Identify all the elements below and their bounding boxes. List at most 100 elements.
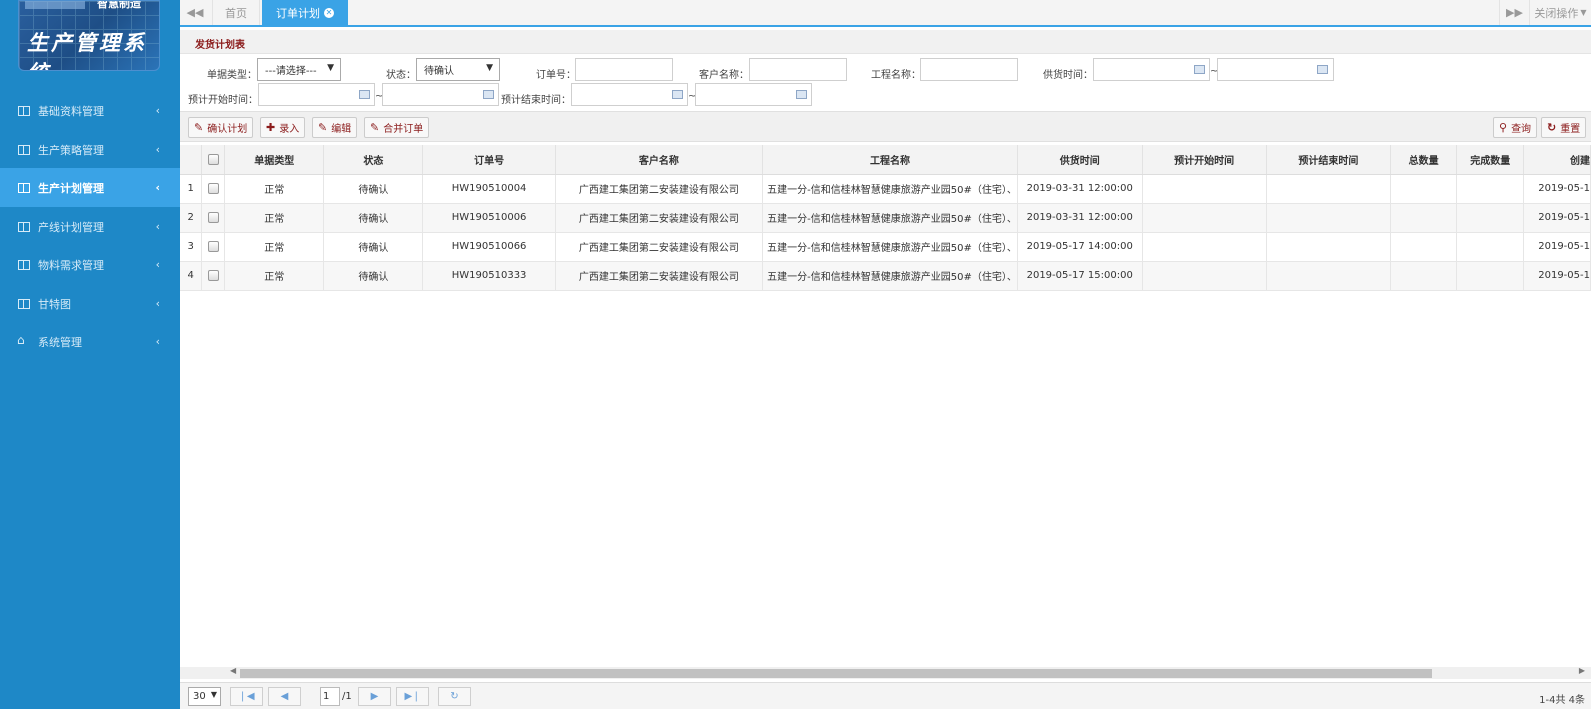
header-order-no[interactable]: 订单号 — [422, 145, 556, 175]
query-button[interactable]: ⚲ 查询 — [1493, 117, 1538, 138]
cell-supply-time: 2019-05-17 14:00:00 — [1017, 232, 1143, 262]
cell-customer: 广西建工集团第二安装建设有限公司 — [555, 261, 764, 291]
cell-project: 五建一分-信和信桂林智慧健康旅游产业园50#（住宅）、 — [762, 174, 1018, 204]
project-input[interactable] — [920, 58, 1018, 81]
sidebar-item-production-plan[interactable]: 生产计划管理 ‹ — [0, 168, 180, 207]
prev-page-button[interactable]: ◀ — [268, 687, 301, 706]
header-total[interactable]: 总数量 — [1390, 145, 1458, 175]
sidebar-item-basic-data[interactable]: 基础资料管理 ‹ — [0, 91, 180, 130]
columns-icon — [18, 105, 30, 116]
customer-input[interactable] — [749, 58, 847, 81]
cell-customer: 广西建工集团第二安装建设有限公司 — [555, 203, 764, 233]
sidebar-item-material[interactable]: 物料需求管理 ‹ — [0, 245, 180, 284]
add-button[interactable]: ✚ 录入 — [260, 117, 306, 138]
header-supply-time[interactable]: 供货时间 — [1017, 145, 1143, 175]
refresh-button[interactable]: ↻ — [438, 687, 471, 706]
close-operations-menu[interactable]: 关闭操作 ▼ — [1529, 0, 1591, 25]
cell-plan-start — [1142, 203, 1267, 233]
caret-down-icon: ▼ — [210, 690, 217, 699]
chevron-left-icon: ‹ — [155, 181, 160, 194]
query-label: 查询 — [1511, 124, 1532, 135]
header-created[interactable]: 创建 — [1523, 145, 1591, 175]
cell-plan-end — [1266, 174, 1391, 204]
add-label: 录入 — [279, 124, 300, 135]
doc-type-label: 单据类型： — [207, 70, 257, 81]
scrollbar-thumb[interactable] — [240, 669, 1432, 678]
plan-start-label: 预计开始时间： — [188, 95, 258, 106]
row-number: 4 — [180, 261, 203, 291]
supply-time-start-input[interactable] — [1093, 58, 1210, 81]
next-page-button[interactable]: ▶ — [358, 687, 391, 706]
sidebar-item-gantt[interactable]: 甘特图 ‹ — [0, 284, 180, 323]
page-number-input[interactable]: 1 — [320, 687, 340, 706]
row-checkbox[interactable] — [207, 269, 219, 281]
cell-order-no: HW190510333 — [422, 261, 556, 291]
header-project[interactable]: 工程名称 — [762, 145, 1018, 175]
table-row[interactable]: 4 正常 待确认 HW190510333 广西建工集团第二安装建设有限公司 五建… — [180, 261, 1591, 291]
row-checkbox[interactable] — [207, 211, 219, 223]
cell-plan-end — [1266, 203, 1391, 233]
calendar-icon[interactable] — [672, 90, 683, 99]
page-size-select[interactable]: 30 ▼ — [188, 687, 221, 706]
reset-button[interactable]: ↻ 重置 — [1541, 117, 1587, 138]
cell-doc-type: 正常 — [224, 261, 325, 291]
cell-total — [1390, 203, 1458, 233]
calendar-icon[interactable] — [796, 90, 807, 99]
logo: 智慧制造 生产管理系统 — [18, 0, 160, 71]
plan-start-from-input[interactable] — [258, 83, 375, 106]
tab-scroll-back-button[interactable]: ◀◀ — [180, 0, 210, 25]
reset-label: 重置 — [1560, 124, 1581, 135]
sidebar-item-system[interactable]: 系统管理 ‹ — [0, 322, 180, 361]
header-customer[interactable]: 客户名称 — [555, 145, 764, 175]
cell-doc-type: 正常 — [224, 203, 325, 233]
row-checkbox[interactable] — [207, 240, 219, 252]
merge-orders-button[interactable]: ✎ 合并订单 — [364, 117, 430, 138]
select-all-checkbox[interactable] — [207, 153, 219, 165]
header-doc-type[interactable]: 单据类型 — [224, 145, 325, 175]
chevron-left-icon: ‹ — [155, 220, 160, 233]
chevron-left-icon: ‹ — [155, 143, 160, 156]
scroll-left-icon[interactable]: ◀ — [230, 666, 236, 675]
horizontal-scrollbar[interactable]: ◀ ▶ — [180, 666, 1591, 679]
calendar-icon[interactable] — [483, 90, 494, 99]
confirm-plan-button[interactable]: ✎ 确认计划 — [188, 117, 254, 138]
plan-end-label: 预计结束时间： — [501, 95, 571, 106]
row-number: 1 — [180, 174, 203, 204]
row-checkbox[interactable] — [207, 182, 219, 194]
caret-down-icon: ▼ — [1580, 8, 1587, 17]
table-row[interactable]: 2 正常 待确认 HW190510006 广西建工集团第二安装建设有限公司 五建… — [180, 203, 1591, 233]
header-status[interactable]: 状态 — [323, 145, 424, 175]
edit-button[interactable]: ✎ 编辑 — [312, 117, 358, 138]
sidebar-item-line-plan[interactable]: 产线计划管理 ‹ — [0, 207, 180, 246]
sidebar-item-strategy[interactable]: 生产策略管理 ‹ — [0, 130, 180, 169]
refresh-icon: ↻ — [1547, 121, 1557, 134]
order-no-label: 订单号： — [536, 70, 576, 81]
header-done[interactable]: 完成数量 — [1456, 145, 1525, 175]
order-no-input[interactable] — [575, 58, 673, 81]
tab-home[interactable]: 首页 — [212, 0, 260, 25]
status-select[interactable]: 待确认 ▼ — [416, 58, 500, 81]
cell-done — [1456, 174, 1525, 204]
cell-done — [1456, 232, 1525, 262]
header-plan-end[interactable]: 预计结束时间 — [1266, 145, 1391, 175]
cell-project: 五建一分-信和信桂林智慧健康旅游产业园50#（住宅）、 — [762, 261, 1018, 291]
calendar-icon[interactable] — [1194, 65, 1205, 74]
calendar-icon[interactable] — [359, 90, 370, 99]
scroll-right-icon[interactable]: ▶ — [1579, 666, 1585, 675]
chevron-left-icon: ‹ — [155, 104, 160, 117]
tab-order-plan[interactable]: 订单计划 ✕ — [262, 0, 348, 25]
first-page-button[interactable]: ❘◀ — [230, 687, 263, 706]
doc-type-select[interactable]: ---请选择--- ▼ — [257, 58, 341, 81]
header-plan-start[interactable]: 预计开始时间 — [1142, 145, 1267, 175]
plan-end-from-input[interactable] — [571, 83, 688, 106]
table-row[interactable]: 1 正常 待确认 HW190510004 广西建工集团第二安装建设有限公司 五建… — [180, 174, 1591, 204]
calendar-icon[interactable] — [1317, 65, 1328, 74]
plan-end-to-input[interactable] — [695, 83, 812, 106]
last-page-button[interactable]: ▶❘ — [396, 687, 429, 706]
table-row[interactable]: 3 正常 待确认 HW190510066 广西建工集团第二安装建设有限公司 五建… — [180, 232, 1591, 262]
tab-scroll-forward-button[interactable]: ▶▶ — [1499, 0, 1529, 25]
plan-start-to-input[interactable] — [382, 83, 499, 106]
x-circle-icon[interactable]: ✕ — [324, 7, 334, 18]
doc-type-value: ---请选择--- — [265, 66, 317, 77]
cell-total — [1390, 232, 1458, 262]
